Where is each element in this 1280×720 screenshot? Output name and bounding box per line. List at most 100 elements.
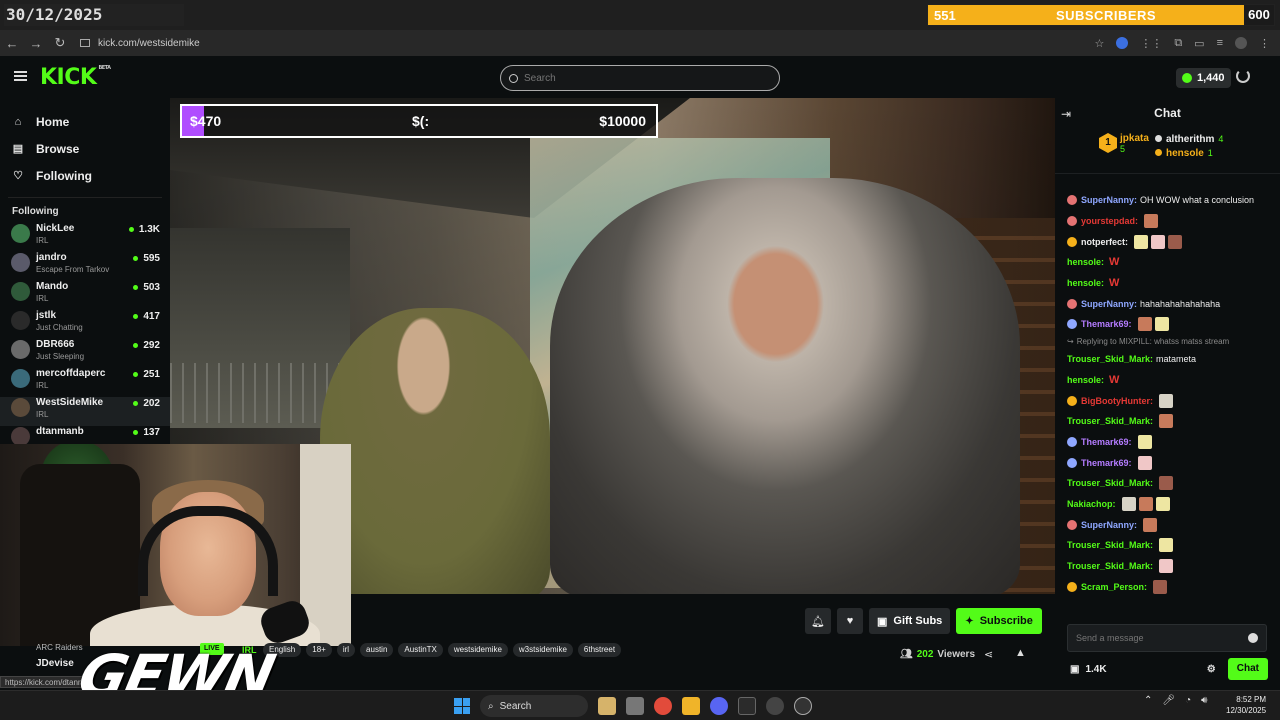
followed-channel[interactable]: NickLee IRL 1.3K	[0, 223, 170, 252]
emoji-picker-icon[interactable]	[1248, 633, 1258, 643]
followed-channel[interactable]: DBR666 Just Sleeping 292	[0, 339, 170, 368]
widgets-icon[interactable]	[598, 697, 616, 715]
gift-subs-button[interactable]: ▣ Gift Subs	[869, 608, 951, 634]
chat-username[interactable]: Themark69:	[1081, 437, 1132, 447]
file-explorer-icon[interactable]	[682, 697, 700, 715]
clock-app-icon[interactable]	[794, 697, 812, 715]
chat-username[interactable]: SuperNanny:	[1081, 520, 1137, 530]
chat-message[interactable]: SuperNanny: hahahahahahahaha	[1055, 293, 1280, 314]
chat-message[interactable]: hensole: W	[1055, 252, 1280, 273]
chrome-icon[interactable]	[654, 697, 672, 715]
channel-points[interactable]: 1,440	[1176, 68, 1231, 88]
followed-channel[interactable]: mercoffdaperc IRL 251	[0, 368, 170, 397]
chat-username[interactable]: Trouser_Skid_Mark:	[1067, 354, 1153, 364]
sidebar-item-following[interactable]: ♡ Following	[0, 162, 170, 189]
leaderboard-third[interactable]: hensole 1	[1155, 146, 1213, 161]
report-icon[interactable]: ▲	[1015, 647, 1026, 659]
bookmark-star-icon[interactable]: ☆	[1094, 37, 1104, 50]
follow-heart-button[interactable]: ♥	[837, 608, 863, 634]
profile-avatar-icon[interactable]	[1235, 36, 1247, 49]
chat-message[interactable]: SuperNanny:	[1055, 514, 1280, 535]
chat-username[interactable]: Scram_Person:	[1081, 582, 1147, 592]
leaderboard-first[interactable]: jpkata 5	[1120, 133, 1149, 154]
chat-username[interactable]: BigBootyHunter:	[1081, 396, 1153, 406]
extensions-puzzle-icon[interactable]: ⧉	[1174, 37, 1182, 50]
chat-message[interactable]: Trouser_Skid_Mark:	[1055, 535, 1280, 556]
tray-chevron-icon[interactable]: ⌃	[1144, 695, 1152, 706]
leaderboard-second[interactable]: altherithm 4	[1155, 132, 1223, 147]
chat-message[interactable]: Trouser_Skid_Mark:	[1055, 473, 1280, 494]
gear-icon[interactable]: ⚙	[1207, 664, 1216, 675]
reload-icon[interactable]: ↻	[48, 35, 72, 51]
kick-logo[interactable]: KICK BETA	[40, 65, 111, 90]
windows-start-icon[interactable]	[454, 698, 470, 714]
microphone-icon[interactable]: 🎤︎	[1162, 695, 1175, 706]
obs-icon[interactable]	[766, 697, 784, 715]
extension-icon[interactable]	[1116, 36, 1129, 49]
notifications-bell-button[interactable]: 🔔︎	[805, 608, 831, 634]
followed-channel[interactable]: jandro Escape From Tarkov 595	[0, 252, 170, 281]
chat-username[interactable]: Trouser_Skid_Mark:	[1067, 478, 1153, 488]
followed-channel[interactable]: WestSideMike IRL 202	[0, 397, 170, 426]
media-icon[interactable]: ≡	[1217, 37, 1223, 50]
chat-message[interactable]: Trouser_Skid_Mark: matameta	[1055, 349, 1280, 370]
chat-username[interactable]: yourstepdad:	[1081, 216, 1138, 226]
followed-channel[interactable]: Mando IRL 503	[0, 281, 170, 310]
chat-message-input[interactable]	[1076, 633, 1248, 643]
chat-message[interactable]: yourstepdad:	[1055, 211, 1280, 232]
chat-username[interactable]: Themark69:	[1081, 319, 1132, 329]
terminal-icon[interactable]	[738, 697, 756, 715]
chat-message[interactable]: hensole: W	[1055, 370, 1280, 391]
stream-tag[interactable]: AustinTX	[398, 643, 443, 657]
stream-tag[interactable]: irl	[336, 643, 356, 657]
stream-tag[interactable]: 6thstreet	[577, 643, 622, 657]
chat-username[interactable]: hensole:	[1067, 257, 1104, 267]
taskbar-search[interactable]: ⌕ Search	[480, 695, 588, 717]
chat-message[interactable]: notperfect:	[1055, 231, 1280, 252]
chat-username[interactable]: Nakiachop:	[1067, 499, 1116, 509]
recommended-channel[interactable]: JDevise	[36, 658, 83, 669]
chat-username[interactable]: notperfect:	[1081, 237, 1128, 247]
wifi-icon[interactable]: ◔	[1185, 695, 1191, 706]
chat-message[interactable]: SuperNanny: OH WOW what a conclusion	[1055, 190, 1280, 211]
chat-username[interactable]: SuperNanny:	[1081, 299, 1137, 309]
stream-tag[interactable]: 18+	[306, 643, 332, 657]
chat-username[interactable]: Trouser_Skid_Mark:	[1067, 540, 1153, 550]
sidebar-item-home[interactable]: ⌂ Home	[0, 108, 170, 135]
task-view-icon[interactable]	[626, 697, 644, 715]
forward-icon[interactable]: →	[24, 36, 48, 51]
chat-message[interactable]: BigBootyHunter:	[1055, 390, 1280, 411]
sidepanel-icon[interactable]: ▭	[1194, 37, 1204, 50]
chat-message[interactable]: Themark69:	[1055, 452, 1280, 473]
chat-points-value[interactable]: 1.4K	[1085, 664, 1106, 675]
chat-message[interactable]: Trouser_Skid_Mark:	[1055, 411, 1280, 432]
chat-username[interactable]: hensole:	[1067, 375, 1104, 385]
chat-message[interactable]: Themark69:	[1055, 314, 1280, 335]
sidebar-item-browse[interactable]: ▤ Browse	[0, 135, 170, 162]
chat-message[interactable]: Nakiachop:	[1055, 494, 1280, 515]
chat-username[interactable]: hensole:	[1067, 278, 1104, 288]
chat-username[interactable]: Trouser_Skid_Mark:	[1067, 416, 1153, 426]
url-field[interactable]: kick.com/westsidemike	[80, 38, 200, 49]
browser-menu-icon[interactable]: ⋮	[1259, 37, 1270, 50]
taskbar-clock[interactable]: 8:52 PM 12/30/2025	[1226, 694, 1266, 716]
chat-message[interactable]: Trouser_Skid_Mark:	[1055, 556, 1280, 577]
share-icon[interactable]: ⋖	[984, 648, 993, 661]
site-info-icon[interactable]	[80, 39, 90, 47]
stream-tag[interactable]: w3stsidemike	[512, 643, 573, 657]
stream-tag[interactable]: austin	[360, 643, 394, 657]
back-icon[interactable]: ←	[0, 36, 24, 51]
chat-message[interactable]: Themark69:	[1055, 432, 1280, 453]
search-input[interactable]	[524, 72, 764, 84]
chat-username[interactable]: SuperNanny:	[1081, 195, 1137, 205]
search-box[interactable]	[500, 65, 780, 91]
chat-message[interactable]: hensole: W	[1055, 273, 1280, 294]
chat-input-box[interactable]	[1067, 624, 1267, 652]
stream-tag[interactable]: westsidemike	[447, 643, 508, 657]
chat-username[interactable]: Themark69:	[1081, 458, 1132, 468]
discord-icon[interactable]	[710, 697, 728, 715]
followed-channel[interactable]: jstlk Just Chatting 417	[0, 310, 170, 339]
send-chat-button[interactable]: Chat	[1227, 658, 1268, 680]
chat-message[interactable]: Scram_Person:	[1055, 576, 1280, 597]
extension-icon[interactable]: ⋮⋮	[1140, 37, 1162, 50]
